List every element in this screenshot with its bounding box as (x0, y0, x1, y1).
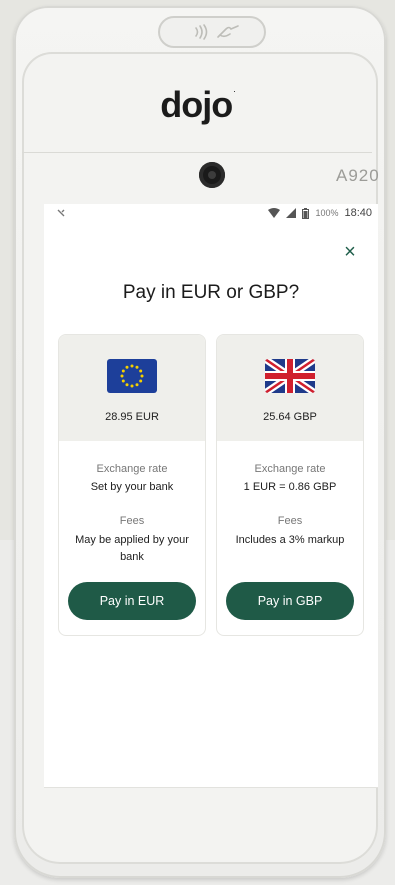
eu-flag-icon (107, 359, 157, 393)
eur-option-card: 28.95 EUR Exchange rate Set by your bank… (58, 334, 206, 636)
exchange-rate-label: Exchange rate (96, 463, 168, 475)
fees-value: Includes a 3% markup (235, 534, 345, 546)
contactless-icon (195, 24, 239, 40)
model-label: A920 (336, 166, 380, 185)
bezel-divider (22, 152, 372, 153)
eur-amount: 28.95 EUR (105, 411, 159, 423)
uk-flag-icon (265, 359, 315, 393)
notification-icon (56, 208, 66, 221)
status-time: 18:40 (344, 207, 372, 219)
fees-label: Fees (277, 515, 303, 527)
camera-lens (199, 162, 225, 188)
fees-label: Fees (119, 515, 145, 527)
wifi-icon (268, 208, 281, 218)
gbp-amount: 25.64 GBP (263, 411, 317, 423)
screen-edge (44, 787, 378, 788)
dialog-title: Pay in EUR or GBP? (122, 282, 300, 303)
close-icon[interactable]: × (340, 242, 360, 262)
contactless-reader (158, 16, 266, 48)
brand-logo: dojo. (0, 84, 395, 126)
exchange-rate-value: 1 EUR = 0.86 GBP (243, 481, 337, 493)
status-bar: 100% 18:40 (44, 204, 378, 224)
pay-in-gbp-button[interactable]: Pay in GBP (226, 582, 354, 620)
brand-mark: . (233, 84, 235, 94)
gbp-option-card: 25.64 GBP Exchange rate 1 EUR = 0.86 GBP… (216, 334, 364, 636)
brand-name: dojo (160, 84, 233, 125)
exchange-rate-label: Exchange rate (254, 463, 326, 475)
terminal-screen: 100% 18:40 × Pay in EUR or GBP? 28.95 EU… (44, 204, 378, 787)
signal-icon (286, 208, 297, 218)
exchange-rate-value: Set by your bank (90, 481, 174, 493)
pay-in-eur-button[interactable]: Pay in EUR (68, 582, 196, 620)
fees-value: May be applied by your bank (75, 534, 189, 563)
battery-percent: 100% (315, 208, 339, 218)
battery-icon (302, 207, 310, 219)
